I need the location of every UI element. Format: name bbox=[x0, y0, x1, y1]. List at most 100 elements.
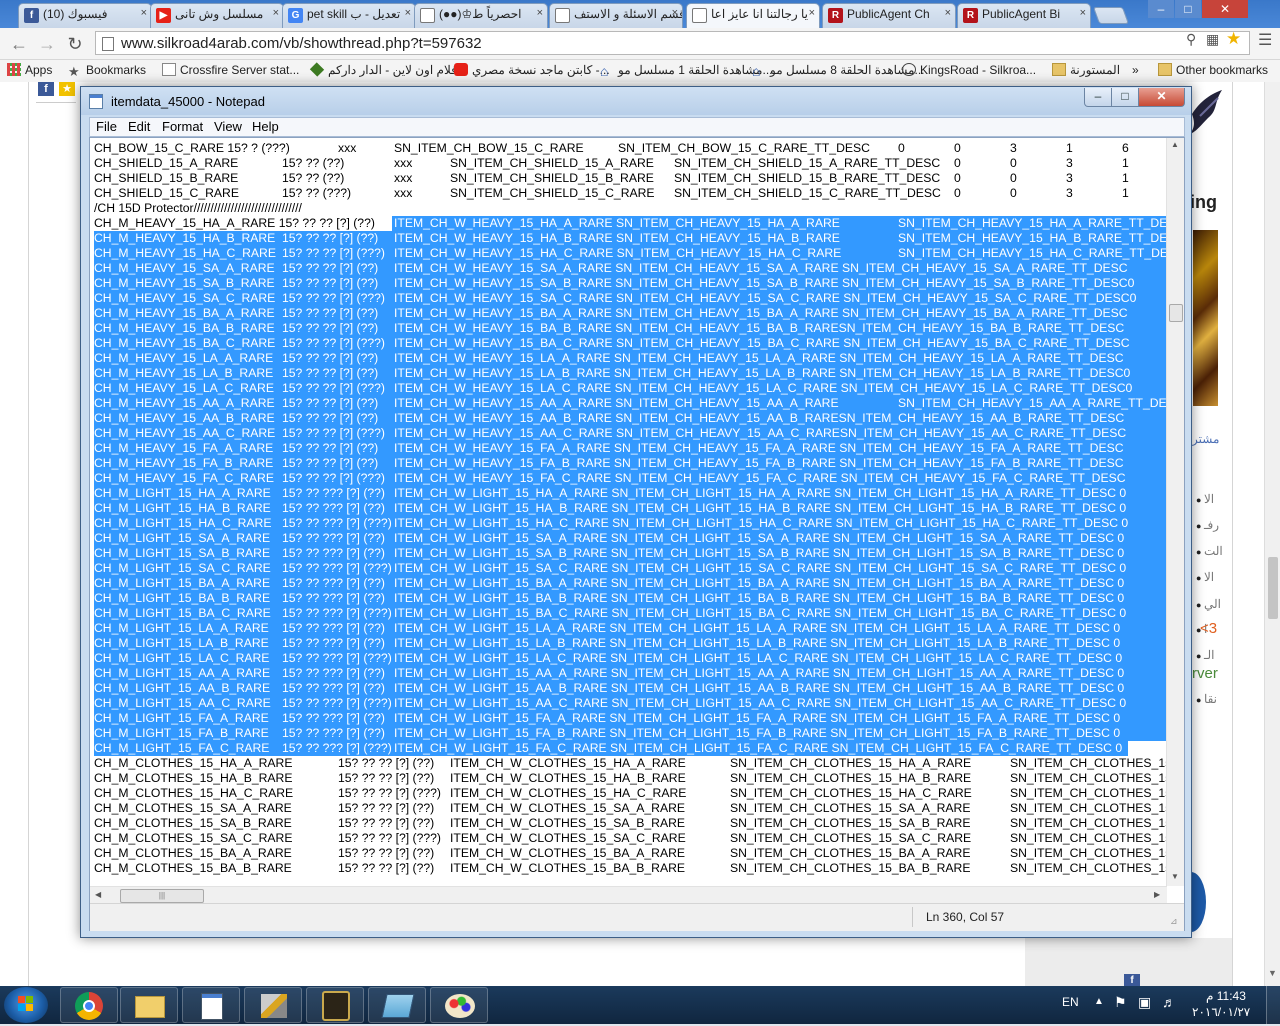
sidebar-list-item[interactable]: الا ● bbox=[1196, 492, 1214, 506]
notepad-editor[interactable]: CH_BOW_15_C_RARE 15? ? (???) xxx SN_ITEM_C… bbox=[89, 137, 1185, 931]
explorer-taskbar-button[interactable] bbox=[120, 987, 178, 1023]
sidebar-list-item[interactable]: الـ ● bbox=[1196, 648, 1214, 662]
text-field: 15? ?? ?? [?] (??) bbox=[338, 846, 435, 860]
address-bar[interactable]: www.silkroad4arab.com/vb/showthread.php?… bbox=[95, 31, 1250, 55]
page-scroll-down-icon[interactable]: ▼ bbox=[1268, 968, 1277, 978]
text-field: SN_ITEM_CH_CLOTHES_15_HA_A_RARE bbox=[730, 756, 972, 770]
zoom-icon[interactable]: ⚲ bbox=[1186, 31, 1196, 48]
reload-icon[interactable]: ↻ bbox=[64, 33, 86, 55]
clock-date[interactable]: ٢٠١٦/٠١/٢٧ bbox=[1192, 1005, 1250, 1019]
sidebar-link[interactable]: مشتر bbox=[1192, 432, 1219, 446]
bookmark-share-icon[interactable]: ★ bbox=[59, 82, 75, 96]
sidebar-list-item[interactable]: رفـ ● bbox=[1196, 518, 1219, 532]
network-icon[interactable]: ▣ bbox=[1138, 994, 1151, 1011]
page-scrollbar-thumb[interactable] bbox=[1268, 557, 1278, 619]
bookmark-star-icon[interactable]: ★ bbox=[1226, 29, 1241, 49]
editor-vertical-scrollbar[interactable]: ▲ ▼ bbox=[1166, 138, 1184, 886]
maximize-browser-button[interactable]: □ bbox=[1175, 0, 1201, 18]
maximize-button[interactable]: □ bbox=[1111, 88, 1139, 107]
close-tab-icon[interactable]: × bbox=[405, 7, 411, 19]
bookmark-item[interactable]: KingsRoad - Silkroa... bbox=[902, 63, 1036, 77]
bookmark-item[interactable]: Apps bbox=[7, 63, 52, 77]
start-button[interactable] bbox=[4, 987, 48, 1023]
new-tab-button[interactable] bbox=[1092, 7, 1130, 24]
resize-grip-icon[interactable]: ⊿ bbox=[1170, 916, 1178, 927]
browser-tab[interactable]: f فيسبوك (10) × bbox=[18, 3, 152, 28]
close-tab-icon[interactable]: × bbox=[809, 7, 815, 19]
bookmark-item[interactable]: افلام اون لاين - الدار داركم bbox=[309, 62, 460, 77]
clock-time[interactable]: 11:43 م bbox=[1206, 989, 1246, 1003]
notepad-app-icon[interactable] bbox=[89, 94, 103, 109]
text-field: 15? ?? ?? [?] (???) bbox=[338, 786, 441, 800]
close-tab-icon[interactable]: × bbox=[945, 7, 951, 19]
bookmark-item[interactable]: المستورنة bbox=[1052, 63, 1120, 77]
sidebar-list-item[interactable]: نقا ● bbox=[1196, 692, 1217, 706]
minimize-button[interactable]: – bbox=[1084, 88, 1112, 107]
bookmark-item[interactable]: Other bookmarks bbox=[1158, 63, 1268, 77]
tools-taskbar-button[interactable] bbox=[244, 987, 302, 1023]
page-icon bbox=[692, 8, 707, 23]
chrome-taskbar-button[interactable] bbox=[60, 987, 118, 1023]
browser-tab[interactable]: ▶ مسلسل وش تانى × bbox=[150, 3, 284, 28]
facebook-footer-icon[interactable]: f bbox=[1124, 974, 1140, 986]
text-field: SN_ITEM_CH_CLOTHES_15_SA_A_RARE bbox=[730, 801, 971, 815]
browser-tab[interactable]: يا رجالتنا انا عايز اعا × bbox=[686, 3, 820, 28]
browser-tab[interactable]: R PublicAgent Bi × bbox=[957, 3, 1091, 28]
browser-tab[interactable]: (●●)♔احصرياً ط × bbox=[414, 3, 548, 28]
notepad-taskbar-button[interactable] bbox=[182, 987, 240, 1023]
bookmark-item[interactable]: » bbox=[1132, 63, 1139, 77]
editor-hscroll-thumb[interactable]: ||| bbox=[120, 889, 204, 903]
scroll-left-icon[interactable]: ◀ bbox=[95, 890, 101, 899]
sidebar-list-item[interactable]: الي ● bbox=[1196, 597, 1221, 611]
sidebar-banner-image[interactable] bbox=[1193, 230, 1218, 406]
scroll-right-icon[interactable]: ▶ bbox=[1154, 890, 1160, 899]
browser-tab[interactable]: R PublicAgent Ch × bbox=[822, 3, 956, 28]
bookmark-item[interactable]: كابتن ماجد نسخة مصري -... bbox=[454, 63, 610, 77]
paint-taskbar-button[interactable] bbox=[430, 987, 488, 1023]
scroll-down-icon[interactable]: ▼ bbox=[1171, 872, 1179, 881]
extension-icon[interactable]: ▦ bbox=[1206, 31, 1219, 48]
menu-edit[interactable]: Edit bbox=[128, 119, 150, 134]
close-tab-icon[interactable]: × bbox=[672, 7, 678, 19]
close-browser-button[interactable]: ✕ bbox=[1202, 0, 1248, 18]
browser-tab[interactable]: Gpet skill تعديل - ب × bbox=[282, 3, 416, 28]
sidebar-list-item[interactable]: الا ● bbox=[1196, 570, 1214, 584]
text-line: CH_M_LIGHT_15_LA_B_RARE 15? ?? ??? [?] (?… bbox=[94, 636, 1166, 651]
editor-taskbar-button[interactable] bbox=[368, 987, 426, 1023]
close-tab-icon[interactable]: × bbox=[1080, 7, 1086, 19]
bookmark-item[interactable]: ★ Bookmarks bbox=[68, 63, 146, 78]
show-hidden-icons-icon[interactable]: ▲ bbox=[1094, 996, 1104, 1007]
menu-help[interactable]: Help bbox=[252, 119, 279, 134]
action-center-flag-icon[interactable]: ⚑ bbox=[1114, 994, 1127, 1011]
text-field: 15? ?? ??? [?] (??) bbox=[282, 711, 385, 725]
language-indicator[interactable]: EN bbox=[1062, 995, 1079, 1009]
close-tab-icon[interactable]: × bbox=[537, 7, 543, 19]
notepad-text-area[interactable]: CH_BOW_15_C_RARE 15? ? (???) xxx SN_ITEM_C… bbox=[94, 141, 1166, 886]
editor-horizontal-scrollbar[interactable]: ◀ ||| ▶ bbox=[90, 886, 1167, 904]
notepad-title-bar[interactable]: itemdata_45000 - Notepad – □ ✕ bbox=[81, 87, 1191, 115]
back-icon[interactable]: ← bbox=[8, 33, 30, 55]
minimize-browser-button[interactable]: – bbox=[1148, 0, 1174, 18]
text-field: 15? ?? ??? [?] (???) bbox=[282, 741, 392, 755]
close-tab-icon[interactable]: × bbox=[141, 7, 147, 19]
close-tab-icon[interactable]: × bbox=[273, 7, 279, 19]
menu-format[interactable]: Format bbox=[162, 119, 203, 134]
forward-icon[interactable]: → bbox=[36, 33, 58, 55]
close-button[interactable]: ✕ bbox=[1138, 88, 1185, 107]
sidebar-list-item[interactable]: الت ● bbox=[1196, 544, 1223, 558]
menu-icon[interactable]: ☰ bbox=[1258, 30, 1272, 50]
bookmark-item[interactable]: Crossfire Server stat... bbox=[162, 63, 299, 77]
volume-icon[interactable]: ♬ bbox=[1162, 994, 1176, 1010]
editor-scroll-thumb[interactable] bbox=[1169, 304, 1183, 322]
game-taskbar-button[interactable] bbox=[306, 987, 364, 1023]
browser-tab[interactable]: قسم الاسئلة و الاستف × bbox=[549, 3, 683, 28]
menu-file[interactable]: File bbox=[96, 119, 117, 134]
bookmark-item[interactable]: ⌂ مشاهدة الحلقة 8 مسلسل مو... bbox=[752, 63, 925, 78]
page-vertical-scrollbar[interactable]: ▼ bbox=[1264, 82, 1280, 986]
scroll-up-icon[interactable]: ▲ bbox=[1171, 140, 1179, 149]
facebook-share-icon[interactable]: f bbox=[38, 82, 54, 96]
bookmark-item[interactable]: ⌂ مشاهدة الحلقة 1 مسلسل مو... bbox=[600, 63, 773, 78]
menu-view[interactable]: View bbox=[214, 119, 242, 134]
show-desktop-button[interactable] bbox=[1266, 986, 1280, 1024]
text-field: ITEM_CH_W_CLOTHES_15_SA_A_RARE bbox=[450, 801, 686, 815]
